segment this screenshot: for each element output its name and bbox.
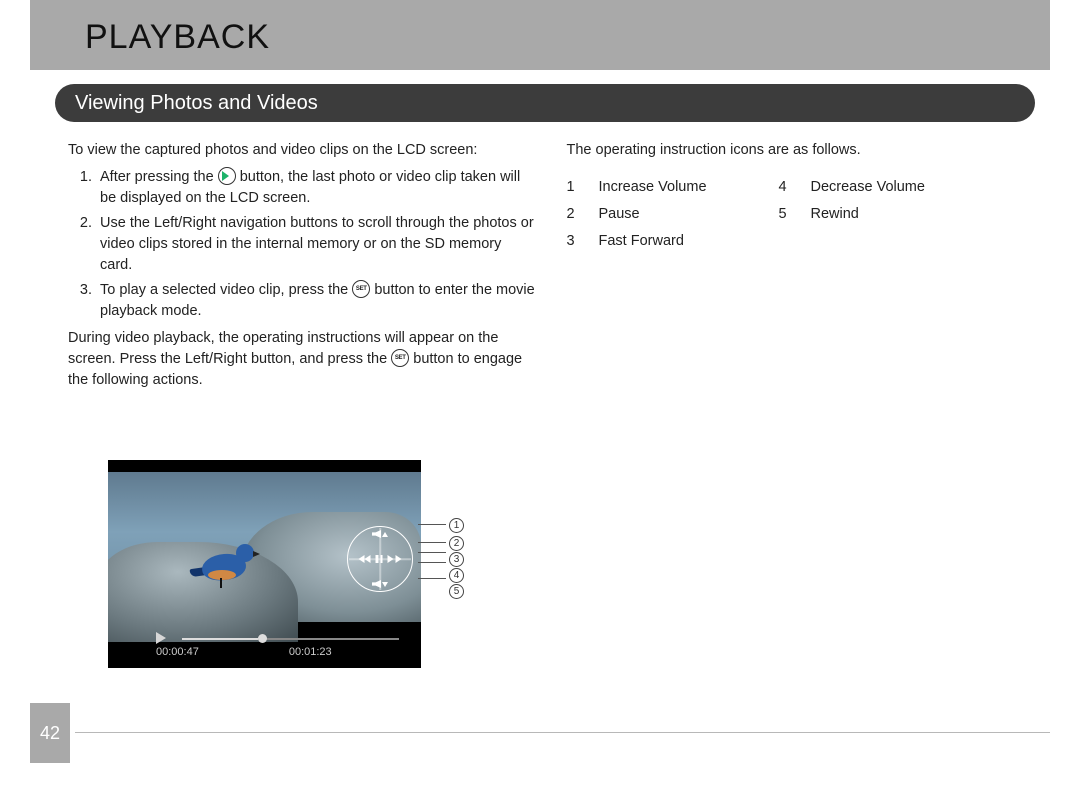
volume-up-icon (372, 530, 388, 538)
play-indicator-icon (156, 632, 166, 644)
step-1: After pressing the button, the last phot… (96, 167, 537, 209)
legend-item: 4Decrease Volume (779, 177, 959, 198)
set-button-icon: SET (352, 280, 370, 298)
intro-text: To view the captured photos and video cl… (68, 140, 537, 161)
legend-item: 3Fast Forward (567, 231, 747, 252)
step-3: To play a selected video clip, press the… (96, 280, 537, 322)
set-button-icon: SET (391, 349, 409, 367)
icon-legend-intro: The operating instruction icons are as f… (567, 140, 1036, 161)
progress-area: 00:00:47 00:01:23 (120, 628, 409, 658)
pause-icon (376, 555, 383, 563)
bird-illustration (198, 544, 254, 586)
progress-knob (258, 634, 267, 643)
fast-forward-icon (388, 555, 394, 563)
manual-page: PLAYBACK Viewing Photos and Videos To vi… (0, 0, 1080, 785)
photo-area (108, 472, 421, 622)
steps-list: After pressing the button, the last phot… (68, 167, 537, 322)
section-heading: Viewing Photos and Videos (75, 92, 318, 115)
callout-numbers: 1 2 3 4 5 (421, 460, 471, 668)
step-2: Use the Left/Right navigation buttons to… (96, 213, 537, 276)
right-column: The operating instruction icons are as f… (567, 140, 1036, 397)
icon-legend: 1Increase Volume 2Pause 3Fast Forward 4D… (567, 177, 1036, 258)
play-button-icon (218, 167, 236, 185)
footer-rule (75, 732, 1050, 733)
lcd-screen: 00:00:47 00:01:23 (108, 460, 421, 668)
legend-item: 1Increase Volume (567, 177, 747, 198)
playback-control-ring (347, 526, 413, 592)
left-column: To view the captured photos and video cl… (68, 140, 537, 397)
progress-bar (182, 638, 399, 640)
legend-item: 2Pause (567, 204, 747, 225)
chapter-title: PLAYBACK (85, 18, 270, 57)
page-number: 42 (30, 703, 70, 763)
legend-item: 5Rewind (779, 204, 959, 225)
total-time: 00:01:23 (199, 646, 332, 658)
section-heading-bar: Viewing Photos and Videos (55, 84, 1035, 122)
volume-down-icon (372, 580, 388, 588)
playback-note: During video playback, the operating ins… (68, 328, 537, 391)
chapter-title-bar: PLAYBACK (30, 0, 1050, 70)
content-columns: To view the captured photos and video cl… (68, 140, 1035, 397)
elapsed-time: 00:00:47 (156, 646, 199, 658)
lcd-figure: 00:00:47 00:01:23 1 2 3 4 5 (108, 460, 471, 668)
